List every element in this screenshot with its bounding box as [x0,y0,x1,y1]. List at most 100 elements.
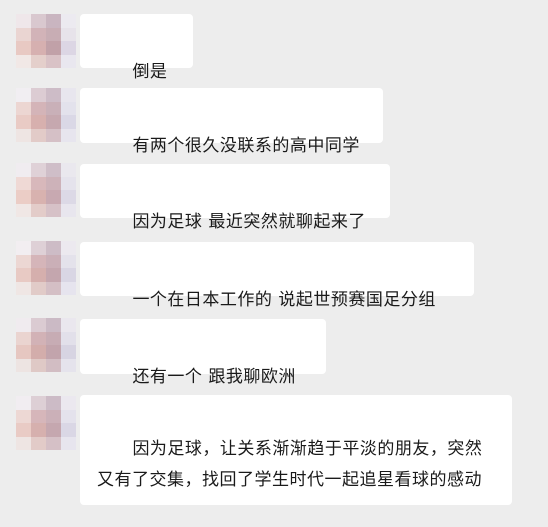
message-bubble[interactable]: 还有一个 跟我聊欧洲杯 [80,319,326,418]
message-text: 因为足球 最近突然就聊起来了 [132,212,366,232]
message-text: 一个在日本工作的 说起世预赛国足分组 [132,290,436,310]
avatar-pixel [31,14,46,28]
avatar-pixel [46,396,61,410]
message-text: 因为足球，让关系渐渐趋于平淡的朋友，突然又有了交集，找回了学生时代一起追星看球的… [97,439,483,490]
avatar-pixel [46,331,61,345]
avatar-pixel [16,163,31,177]
avatar-pixel [31,128,46,142]
avatar-pixel [46,41,61,55]
avatar-pixel [61,345,76,359]
avatar-pixel [16,54,31,68]
avatar-pixel [31,318,46,332]
avatar-pixel [46,318,61,332]
avatar-pixel [61,27,76,41]
avatar-pixel [61,268,76,282]
avatar-pixel [16,203,31,217]
avatar-pixel [31,115,46,129]
avatar-pixel [61,101,76,115]
avatar-pixel [46,176,61,190]
avatar-pixel [61,318,76,332]
avatar-pixel [16,88,31,102]
avatar-pixel [61,54,76,68]
avatar-pixel [31,423,46,437]
avatar-pixel [16,396,31,410]
avatar-pixel [61,358,76,372]
avatar-pixel [46,423,61,437]
avatar-pixel [61,254,76,268]
avatar-pixel [61,436,76,450]
avatar-pixel [46,254,61,268]
avatar-pixel [46,128,61,142]
avatar-pixel [46,190,61,204]
avatar[interactable] [16,318,76,372]
avatar-pixel [46,203,61,217]
avatar-pixel [31,203,46,217]
avatar-pixel [46,88,61,102]
avatar-pixel [16,436,31,450]
avatar-pixel [46,27,61,41]
message-bubble[interactable]: 有两个很久没联系的高中同学 [80,88,383,156]
avatar-pixel [61,396,76,410]
avatar-pixel [31,436,46,450]
avatar-pixel [31,345,46,359]
avatar-pixel [46,345,61,359]
avatar-pixel [16,318,31,332]
avatar-pixel [46,241,61,255]
avatar-pixel [61,88,76,102]
avatar-pixel [31,88,46,102]
avatar[interactable] [16,163,76,217]
avatar-pixel [16,41,31,55]
avatar-pixel [31,331,46,345]
avatar[interactable] [16,88,76,142]
message-bubble[interactable]: 一个在日本工作的 说起世预赛国足分组 [80,242,474,310]
avatar-pixel [16,331,31,345]
avatar-pixel [61,203,76,217]
avatar-pixel [61,409,76,423]
message-bubble[interactable]: 因为足球 最近突然就聊起来了 [80,164,390,232]
avatar-pixel [46,101,61,115]
avatar-pixel [16,190,31,204]
avatar-pixel [16,423,31,437]
avatar-pixel [31,163,46,177]
avatar-pixel [61,423,76,437]
avatar-pixel [31,396,46,410]
avatar-pixel [61,128,76,142]
avatar-pixel [31,27,46,41]
avatar-pixel [16,268,31,282]
avatar-pixel [46,163,61,177]
avatar-pixel [16,358,31,372]
avatar-pixel [46,268,61,282]
avatar-pixel [16,27,31,41]
avatar-pixel [46,409,61,423]
avatar-pixel [61,176,76,190]
avatar-pixel [61,241,76,255]
avatar-pixel [31,190,46,204]
avatar-pixel [16,254,31,268]
message-text: 有两个很久没联系的高中同学 [132,136,360,156]
avatar-pixel [31,101,46,115]
avatar-pixel [31,409,46,423]
avatar-pixel [61,14,76,28]
avatar-pixel [31,268,46,282]
avatar-pixel [61,41,76,55]
avatar[interactable] [16,396,76,450]
avatar[interactable] [16,14,76,68]
avatar-pixel [31,54,46,68]
avatar-pixel [31,41,46,55]
avatar-pixel [31,358,46,372]
avatar-pixel [16,115,31,129]
message-bubble[interactable]: 因为足球，让关系渐渐趋于平淡的朋友，突然又有了交集，找回了学生时代一起追星看球的… [80,395,512,505]
avatar-pixel [16,409,31,423]
avatar-pixel [46,358,61,372]
message-bubble[interactable]: 倒是真的 [80,14,193,113]
avatar-pixel [16,345,31,359]
avatar-pixel [31,241,46,255]
avatar-pixel [46,436,61,450]
avatar-pixel [46,281,61,295]
avatar-pixel [16,241,31,255]
avatar-pixel [16,101,31,115]
avatar-pixel [46,54,61,68]
avatar-pixel [31,281,46,295]
avatar-pixel [46,115,61,129]
avatar[interactable] [16,241,76,295]
